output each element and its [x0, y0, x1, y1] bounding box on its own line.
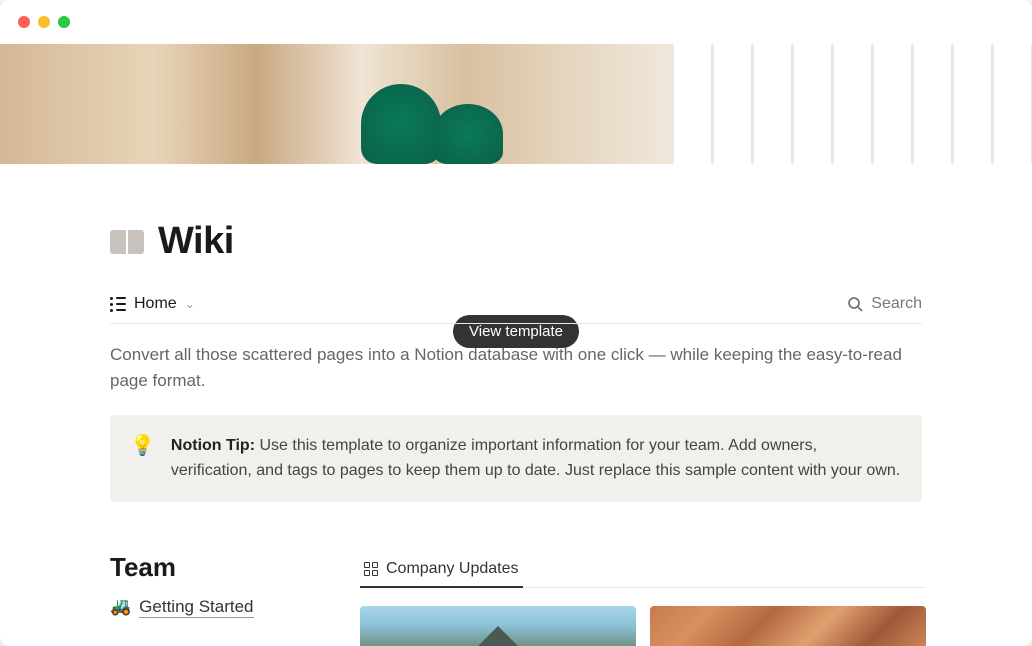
tab-label: Company Updates	[386, 560, 519, 578]
callout-text: Notion Tip: Use this template to organiz…	[171, 433, 902, 484]
team-heading[interactable]: Team	[110, 552, 310, 583]
gallery	[360, 606, 926, 646]
page-description[interactable]: Convert all those scattered pages into a…	[110, 342, 922, 395]
search-button[interactable]: Search	[847, 295, 922, 313]
search-label: Search	[871, 295, 922, 313]
gallery-card[interactable]	[650, 606, 926, 646]
callout-label: Notion Tip:	[171, 437, 255, 454]
callout-body: Use this template to organize important …	[171, 437, 900, 480]
cover-image[interactable]	[0, 44, 1032, 164]
search-icon	[847, 296, 863, 312]
tip-callout[interactable]: 💡 Notion Tip: Use this template to organ…	[110, 415, 922, 502]
view-name-label: Home	[134, 295, 177, 313]
app-window: View template Wiki Home ⌄	[0, 0, 1032, 646]
page-header: Wiki	[110, 220, 922, 263]
tractor-icon: 🚜	[110, 597, 131, 617]
gallery-icon	[364, 562, 378, 576]
lightbulb-icon: 💡	[130, 433, 155, 484]
titlebar	[0, 0, 1032, 44]
getting-started-link[interactable]: 🚜 Getting Started	[110, 597, 310, 618]
tab-bar: Company Updates	[360, 552, 926, 588]
gallery-card[interactable]	[360, 606, 636, 646]
page-link-label: Getting Started	[139, 597, 253, 618]
updates-column: Company Updates	[360, 552, 926, 646]
maximize-window-button[interactable]	[58, 16, 70, 28]
tab-company-updates[interactable]: Company Updates	[360, 552, 523, 588]
minimize-window-button[interactable]	[38, 16, 50, 28]
page-content: Wiki Home ⌄ Search Convert all those	[0, 220, 1032, 646]
book-icon[interactable]	[110, 228, 144, 256]
close-window-button[interactable]	[18, 16, 30, 28]
columns-layout: Team 🚜 Getting Started Company Updates	[110, 552, 922, 646]
view-selector[interactable]: Home ⌄	[110, 295, 195, 313]
list-icon	[110, 297, 126, 312]
page-title[interactable]: Wiki	[158, 220, 234, 263]
team-column: Team 🚜 Getting Started	[110, 552, 310, 646]
view-toolbar: Home ⌄ Search	[110, 295, 922, 324]
chevron-down-icon: ⌄	[185, 297, 195, 311]
